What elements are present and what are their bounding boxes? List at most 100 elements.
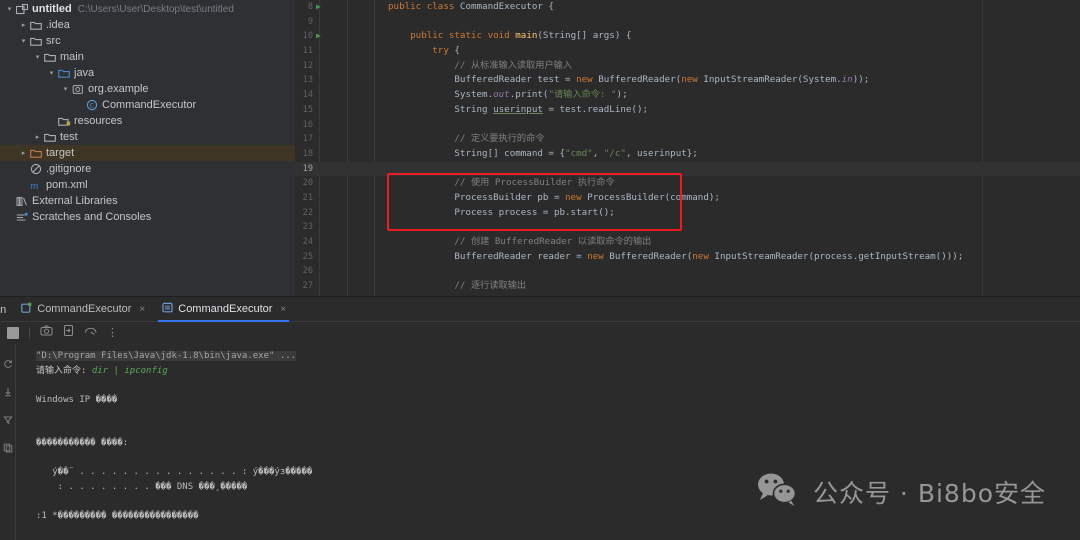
code-line: 11 try { (295, 44, 1080, 59)
close-icon[interactable]: × (139, 304, 145, 315)
resources-folder-icon (57, 115, 71, 128)
sidebar-item-target[interactable]: ▸ target (0, 145, 295, 161)
copy-icon[interactable] (3, 440, 13, 458)
chevron-right-icon[interactable]: ▸ (18, 22, 29, 29)
source-folder-icon (57, 67, 71, 80)
filter-icon[interactable] (2, 412, 13, 430)
sidebar-item-label: target (46, 146, 75, 159)
project-icon (15, 3, 29, 16)
ide-window: ▾ untitled C:\Users\User\Desktop\test\unti… (0, 0, 1080, 540)
project-path: C:\Users\User\Desktop\test\untitled (77, 3, 234, 15)
code-line: 27 // 逐行读取输出 (295, 279, 1080, 294)
line-number: 14 (302, 90, 313, 101)
chevron-down-icon[interactable]: ▾ (18, 38, 29, 45)
line-number: 16 (302, 119, 313, 130)
code-line: 15 String userinput = test.readLine(); (295, 103, 1080, 118)
code-text: BufferedReader test = new BufferedReader… (388, 74, 870, 86)
chevron-down-icon[interactable]: ▾ (46, 70, 57, 77)
package-icon (71, 83, 85, 96)
code-line: 20 // 使用 ProcessBuilder 执行命令 (295, 176, 1080, 191)
sidebar-item-main[interactable]: ▾ main (0, 49, 295, 65)
line-number: 17 (302, 134, 313, 145)
run-tab[interactable]: CommandExecutor × (153, 297, 294, 322)
gitignore-icon (29, 163, 43, 176)
sidebar-item-scratches-and-consoles[interactable]: Scratches and Consoles (0, 209, 295, 225)
chevron-down-icon[interactable]: ▾ (4, 6, 15, 13)
sidebar-item-pom-xml[interactable]: m pom.xml (0, 177, 295, 193)
sidebar-item-label: resources (74, 114, 123, 127)
console-side-gutter[interactable] (0, 344, 16, 540)
sidebar-item-org-example[interactable]: ▾ org.example (0, 81, 295, 97)
sidebar-item-label: java (74, 66, 95, 79)
folder-icon (29, 19, 43, 32)
sidebar-item-label: External Libraries (32, 194, 118, 207)
code-line: 9 (295, 15, 1080, 30)
sidebar-item-src[interactable]: ▾ src (0, 33, 295, 49)
code-text: Process process = pb.start(); (388, 206, 615, 218)
sidebar-item-idea[interactable]: ▸ .idea (0, 17, 295, 33)
sidebar-item-external-libraries[interactable]: External Libraries (0, 193, 295, 209)
project-name: untitled (32, 2, 72, 15)
folder-icon (43, 51, 57, 64)
code-line: 22 Process process = pb.start(); (295, 206, 1080, 221)
run-tabs: CommandExecutor × CommandExecutor × (12, 297, 294, 322)
soft-wrap-icon[interactable] (84, 324, 98, 342)
code-text: // 使用 ProcessBuilder 执行命令 (454, 177, 615, 189)
rerun-icon[interactable] (3, 356, 13, 374)
console-user-command: dir | ipconfig (91, 365, 168, 376)
close-icon[interactable]: × (280, 304, 286, 315)
console-toolbar: ⋮ (0, 322, 1080, 344)
code-line: 23 (295, 220, 1080, 235)
code-editor[interactable]: 8 ▶ public class CommandExecutor {9 10 ▶ pub… (295, 0, 1080, 296)
line-number: 24 (302, 237, 313, 247)
run-gutter-icon[interactable]: ▶ (316, 29, 321, 44)
code-text: System.out.print("请输入命令: "); (388, 89, 628, 101)
code-text: // 创建 BufferedReader 以读取命令的输出 (454, 236, 652, 247)
console-line: ý��¨ . . . . . . . . . . . . . . . : ý��… (36, 467, 313, 477)
line-number: 20 (302, 178, 313, 189)
sidebar-item-resources[interactable]: resources (0, 113, 295, 129)
console-output[interactable]: "D:\Program Files\Java\jdk-1.8\bin\java.… (16, 344, 1080, 540)
more-options-icon[interactable]: ⋮ (107, 328, 118, 339)
ide-top-area: ▾ untitled C:\Users\User\Desktop\test\unti… (0, 0, 1080, 296)
code-line: 17 // 定义要执行的命令 (295, 132, 1080, 147)
code-line: 24 // 创建 BufferedReader 以读取命令的输出 (295, 235, 1080, 250)
sidebar-item-commandexecutor[interactable]: C CommandExecutor (0, 97, 295, 113)
sidebar-item-label: test (60, 130, 78, 143)
code-line: 26 (295, 264, 1080, 279)
print-icon[interactable] (40, 324, 53, 342)
run-gutter-icon[interactable]: ▶ (316, 0, 321, 15)
chevron-right-icon[interactable]: ▸ (18, 150, 29, 157)
maven-icon: m (29, 179, 43, 192)
line-number: 11 (302, 46, 313, 57)
toolbar-separator (29, 327, 30, 339)
run-tab-label: CommandExecutor (178, 303, 273, 315)
sidebar-item-label: .gitignore (46, 162, 92, 175)
project-root-row[interactable]: ▾ untitled C:\Users\User\Desktop\test\unti… (0, 1, 295, 17)
chevron-down-icon[interactable]: ▾ (32, 54, 43, 61)
excluded-folder-icon (29, 147, 43, 160)
code-line: 12 // 从标准输入读取用户输入 (295, 59, 1080, 74)
chevron-down-icon[interactable]: ▾ (60, 86, 71, 93)
project-tool-window[interactable]: ▾ untitled C:\Users\User\Desktop\test\unti… (0, 0, 295, 296)
export-icon[interactable] (62, 324, 75, 342)
stop-button[interactable] (7, 327, 19, 339)
console-prompt: 请输入命令: (36, 365, 92, 376)
sidebar-item-gitignore[interactable]: .gitignore (0, 161, 295, 177)
line-number: 8 (307, 2, 313, 12)
java-exe-path: "D:\Program Files\Java\jdk-1.8\bin\java.… (36, 351, 297, 361)
run-config-green-icon (21, 302, 32, 316)
line-number: 25 (302, 251, 313, 262)
download-icon[interactable] (3, 384, 13, 402)
svg-text:C: C (90, 102, 94, 109)
code-text: BufferedReader reader = new BufferedRead… (388, 250, 964, 262)
sidebar-item-test[interactable]: ▸ test (0, 129, 295, 145)
console-body: "D:\Program Files\Java\jdk-1.8\bin\java.… (0, 344, 1080, 540)
sidebar-item-java[interactable]: ▾ java (0, 65, 295, 81)
code-line: 25 BufferedReader reader = new BufferedR… (295, 250, 1080, 265)
run-tab[interactable]: CommandExecutor × (12, 297, 153, 321)
chevron-right-icon[interactable]: ▸ (32, 134, 43, 141)
